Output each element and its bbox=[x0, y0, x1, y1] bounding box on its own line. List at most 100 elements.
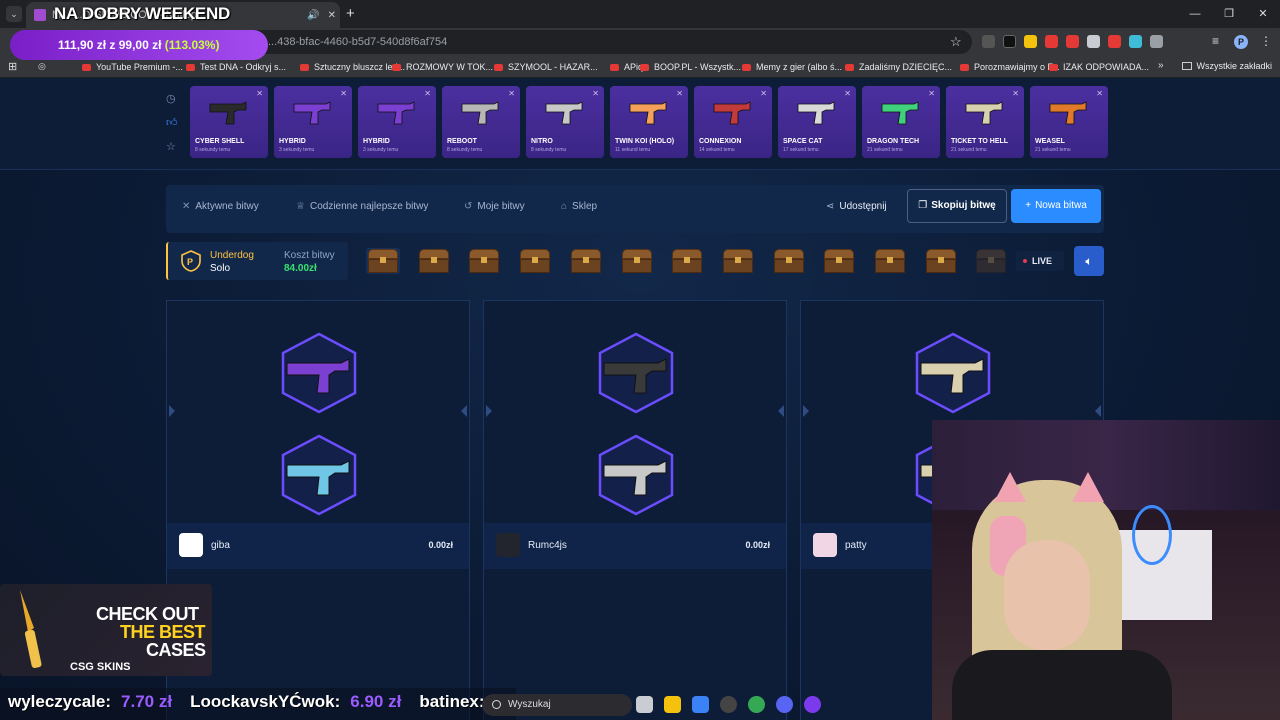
maximize-button[interactable]: ❐ bbox=[1212, 0, 1246, 28]
close-icon[interactable]: ✕ bbox=[676, 89, 683, 98]
case-chest-icon[interactable] bbox=[670, 248, 704, 274]
case-chest-icon[interactable] bbox=[772, 248, 806, 274]
bookmark-item[interactable]: Memy z gier (albo ś... bbox=[742, 62, 842, 72]
case-chest-icon[interactable] bbox=[873, 248, 907, 274]
tab-audio-icon[interactable]: 🔊 bbox=[307, 10, 319, 21]
nav-daily-best[interactable]: ♕ Codzienne najlepsze bitwy bbox=[296, 201, 428, 212]
all-bookmarks-button[interactable]: Wszystkie zakładki bbox=[1182, 61, 1272, 71]
bookmark-item[interactable]: Test DNA - Odkryj s... bbox=[186, 62, 286, 72]
case-chest-icon[interactable] bbox=[467, 248, 501, 274]
extension-icon[interactable] bbox=[1108, 35, 1121, 48]
puzzle-icon[interactable] bbox=[1150, 35, 1163, 48]
close-icon[interactable]: ✕ bbox=[1012, 89, 1019, 98]
more-bookmarks-icon[interactable]: » bbox=[1158, 60, 1164, 71]
close-window-button[interactable]: ✕ bbox=[1246, 0, 1280, 28]
app-icon[interactable] bbox=[804, 696, 821, 713]
nav-shop[interactable]: ⌂ Sklep bbox=[561, 201, 597, 212]
player-name[interactable]: Rumc4js bbox=[528, 540, 567, 551]
file-explorer-icon[interactable] bbox=[664, 696, 681, 713]
bookmark-item[interactable]: Zadaliśmy DZIECIĘC... bbox=[845, 62, 952, 72]
case-chest-icon[interactable] bbox=[822, 248, 856, 274]
bookmark-item[interactable]: BOOP.PL - Wszystk... bbox=[640, 62, 741, 72]
close-icon[interactable]: ✕ bbox=[928, 89, 935, 98]
chrome-icon[interactable] bbox=[748, 696, 765, 713]
close-icon[interactable]: ✕ bbox=[592, 89, 599, 98]
shield-icon[interactable] bbox=[1087, 35, 1100, 48]
drop-name: CONNEXION bbox=[699, 138, 742, 145]
clock-icon[interactable]: ◷ bbox=[166, 92, 178, 105]
live-drop-card[interactable]: ✕ HYBRID 3 sekundy temu bbox=[358, 86, 436, 158]
taskbar-search[interactable]: Wyszukaj bbox=[482, 694, 632, 716]
star-icon[interactable]: ☆ bbox=[166, 140, 178, 153]
live-drop-card[interactable]: ✕ CYBER SHELL 8 sekundy temu bbox=[190, 86, 268, 158]
close-icon[interactable]: ✕ bbox=[424, 89, 431, 98]
extension-icon[interactable] bbox=[1024, 35, 1037, 48]
profile-avatar[interactable]: P bbox=[1234, 35, 1248, 49]
case-chest-icon[interactable] bbox=[974, 248, 1008, 274]
bookmark-item[interactable]: ROZMOWY W TOK... bbox=[392, 62, 493, 72]
media-icon[interactable]: ≡ bbox=[1212, 34, 1219, 48]
case-chest-icon[interactable] bbox=[569, 248, 603, 274]
live-drop-card[interactable]: ✕ SPACE CAT 17 sekund temu bbox=[778, 86, 856, 158]
new-battle-button[interactable]: + Nowa bitwa bbox=[1011, 189, 1101, 223]
globe-icon[interactable]: ◎ bbox=[38, 61, 46, 72]
live-drop-card[interactable]: ✕ HYBRID 3 sekundy temu bbox=[274, 86, 352, 158]
player-avatar[interactable] bbox=[813, 533, 837, 557]
steam-icon[interactable] bbox=[720, 696, 737, 713]
case-chest-icon[interactable] bbox=[366, 248, 400, 274]
live-drop-card[interactable]: ✕ WEASEL 21 sekund temu bbox=[1030, 86, 1108, 158]
copy-battle-button[interactable]: ❐ Skopiuj bitwę bbox=[907, 189, 1007, 223]
extension-icon[interactable] bbox=[982, 35, 995, 48]
player-avatar[interactable] bbox=[496, 533, 520, 557]
bookmark-item[interactable]: YouTube Premium -... bbox=[82, 62, 183, 72]
close-icon[interactable]: ✕ bbox=[760, 89, 767, 98]
bookmark-item[interactable]: APiq bbox=[610, 62, 643, 72]
extension-icon[interactable] bbox=[1003, 35, 1016, 48]
close-icon[interactable]: ✕ bbox=[340, 89, 347, 98]
thumbs-up-icon[interactable]: 👍︎ bbox=[166, 116, 178, 129]
nav-active-battles[interactable]: ✕ Aktywne bitwy bbox=[182, 201, 259, 212]
bookmark-item[interactable]: Sztuczny bluszcz led... bbox=[300, 62, 405, 72]
player-name[interactable]: patty bbox=[845, 540, 867, 551]
case-chest-icon[interactable] bbox=[924, 248, 958, 274]
browser-menu-icon[interactable]: ⋮ bbox=[1260, 34, 1272, 48]
live-drop-card[interactable]: ✕ NITRO 8 sekundy temu bbox=[526, 86, 604, 158]
bookmark-item[interactable]: Porozmawiajmy o F... bbox=[960, 62, 1060, 72]
extension-icon[interactable] bbox=[1129, 35, 1142, 48]
bookmark-star-icon[interactable]: ☆ bbox=[950, 34, 962, 50]
task-view-icon[interactable] bbox=[636, 696, 653, 713]
live-drop-card[interactable]: ✕ REBOOT 8 sekundy temu bbox=[442, 86, 520, 158]
tab-search-button[interactable]: ⌄ bbox=[6, 6, 22, 22]
case-chest-icon[interactable] bbox=[620, 248, 654, 274]
store-icon[interactable] bbox=[692, 696, 709, 713]
discord-icon[interactable] bbox=[776, 696, 793, 713]
ticker-value: 6.90 zł bbox=[350, 692, 402, 711]
live-drop-card[interactable]: ✕ DRAGON TECH 21 sekund temu bbox=[862, 86, 940, 158]
adblock-icon[interactable] bbox=[1066, 35, 1079, 48]
apps-grid-icon[interactable]: ⊞ bbox=[8, 60, 17, 73]
sound-toggle-button[interactable]: 🔈︎ bbox=[1074, 246, 1104, 276]
close-icon[interactable]: ✕ bbox=[844, 89, 851, 98]
live-drop-card[interactable]: ✕ CONNEXION 14 sekund temu bbox=[694, 86, 772, 158]
case-chest-icon[interactable] bbox=[721, 248, 755, 274]
tab-close-icon[interactable]: ✕ bbox=[328, 10, 336, 21]
weapon-icon bbox=[628, 96, 670, 128]
live-drop-card[interactable]: ✕ TWIN KOI (HOLO) 11 sekund temu bbox=[610, 86, 688, 158]
new-tab-button[interactable]: + bbox=[346, 5, 355, 22]
extension-icon[interactable] bbox=[1045, 35, 1058, 48]
bookmark-favicon bbox=[494, 63, 503, 71]
nav-my-battles[interactable]: ↺ Moje bitwy bbox=[464, 201, 525, 212]
bookmark-item[interactable]: IZAK ODPOWIADA... bbox=[1049, 62, 1149, 72]
player-name[interactable]: giba bbox=[211, 540, 230, 551]
case-chest-icon[interactable] bbox=[518, 248, 552, 274]
close-icon[interactable]: ✕ bbox=[1096, 89, 1103, 98]
minimize-button[interactable]: — bbox=[1178, 0, 1212, 28]
live-drop-card[interactable]: ✕ TICKET TO HELL 21 sekund temu bbox=[946, 86, 1024, 158]
bookmark-item[interactable]: SZYMOOL - HAZAR... bbox=[494, 62, 598, 72]
close-icon[interactable]: ✕ bbox=[256, 89, 263, 98]
bookmark-favicon bbox=[845, 63, 854, 71]
close-icon[interactable]: ✕ bbox=[508, 89, 515, 98]
share-button[interactable]: ⋖ Udostępnij bbox=[826, 201, 887, 212]
player-avatar[interactable] bbox=[179, 533, 203, 557]
case-chest-icon[interactable] bbox=[417, 248, 451, 274]
